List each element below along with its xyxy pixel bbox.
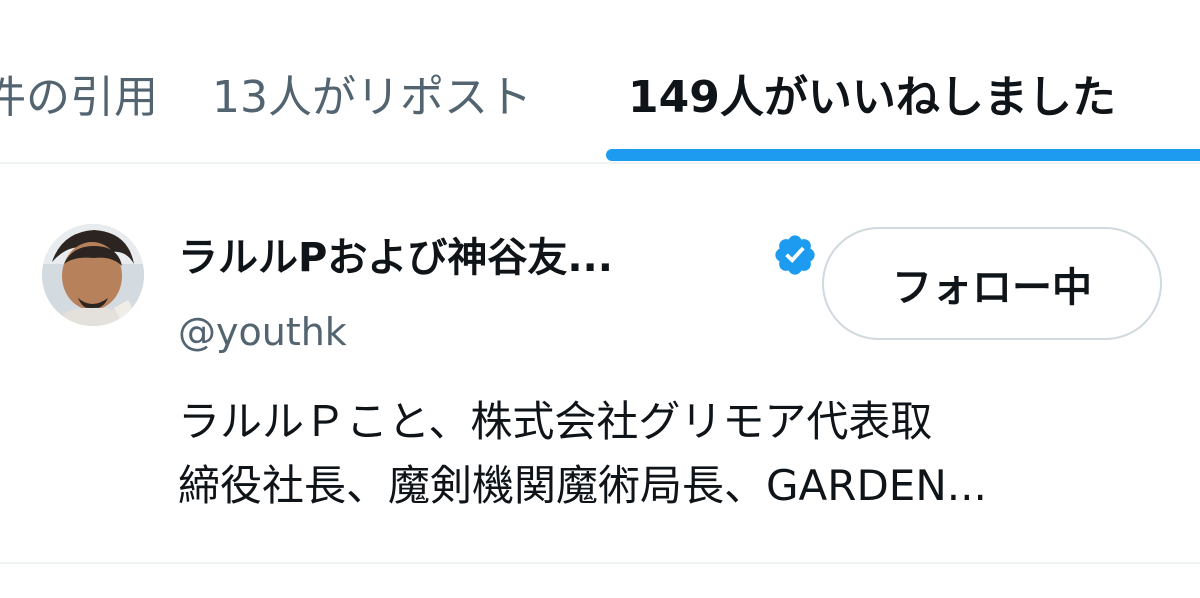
- bio-line: ラルルＰこと、株式会社グリモア代表取: [178, 397, 933, 446]
- verified-badge-icon: [775, 235, 815, 275]
- user-bio: ラルルＰこと、株式会社グリモア代表取 締役社長、魔剣機関魔術局長、GARDEN.…: [178, 390, 1168, 518]
- user-display-name[interactable]: ラルルPおよび神谷友...: [178, 230, 613, 286]
- active-tab-indicator: [606, 149, 1200, 161]
- engagement-tabs: 件の引用 13人がリポスト 149人がいいねしました: [0, 0, 1200, 164]
- avatar-photo: [42, 224, 144, 326]
- avatar[interactable]: [42, 224, 144, 326]
- tab-reposts[interactable]: 13人がリポスト: [212, 66, 532, 130]
- user-cell[interactable]: ラルルPおよび神谷友... @youthk フォロー中 ラルルＰこと、株式会社グ…: [0, 164, 1200, 562]
- following-button[interactable]: フォロー中: [822, 227, 1162, 340]
- tab-likes[interactable]: 149人がいいねしました: [628, 66, 1116, 130]
- user-handle[interactable]: @youthk: [178, 307, 347, 357]
- tab-quotes[interactable]: 件の引用: [0, 66, 158, 130]
- bio-line: 締役社長、魔剣機関魔術局長、GARDEN...: [178, 461, 987, 510]
- cell-divider: [0, 562, 1200, 564]
